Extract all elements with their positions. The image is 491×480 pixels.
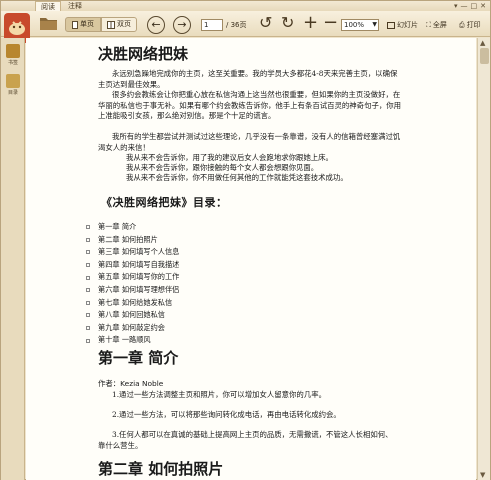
tab-strip: 阅读 注释 ▾ — □ ✕: [1, 1, 490, 11]
arrow-left-icon: ←: [151, 18, 161, 31]
scroll-down-icon[interactable]: ▼: [480, 471, 485, 479]
slideshow-button[interactable]: 幻灯片: [387, 20, 418, 30]
double-page-label: 双页: [117, 20, 131, 28]
toolbar: 单页 双页 ← → 1 / 36页 ↺ ↻ + − 100% ▼ 幻灯片 ⛶ 全…: [1, 11, 490, 43]
toc-item[interactable]: 第三章 如何填写个人信息: [86, 246, 179, 259]
toc-item-label: 第二章 如何拍照片: [98, 234, 158, 244]
rotate-left-icon[interactable]: ↺: [259, 15, 272, 31]
toc-item[interactable]: 第十章 一路顺风: [86, 334, 179, 347]
slideshow-label: 幻灯片: [397, 21, 418, 29]
never-line-3: 我从来不会告诉你，你不用做任何其他的工作就能凭这套技术成功。: [126, 173, 348, 182]
sidebar-item-label: 目录: [7, 90, 18, 96]
toc-item-label: 第六章 如何填写理想伴侣: [98, 284, 180, 294]
reader-window: 阅读 注释 ▾ — □ ✕ 单页 双页 ← → 1 / 36页 ↺ ↻ + −: [0, 0, 491, 480]
chapter-1-item-3: 3.任何人都可以在真诚的基础上提高网上主页的品质，无需撒谎，不管这人长相如何、靠…: [98, 430, 393, 450]
printer-icon: ⎙: [459, 21, 465, 29]
close-icon[interactable]: ✕: [480, 1, 486, 11]
double-page-icon: [107, 20, 115, 29]
toc-heading: 《决胜网络把妹》目录：: [101, 196, 228, 209]
scroll-up-icon[interactable]: ▲: [480, 39, 485, 47]
toc-item[interactable]: 第二章 如何拍照片: [86, 234, 179, 247]
zoom-select[interactable]: 100% ▼: [341, 19, 379, 31]
window-controls: ▾ — □ ✕: [454, 1, 486, 11]
never-line-1: 我从来不会告诉你，用了我的建议后女人会跑地求你跟她上床。: [126, 153, 333, 162]
tab-read[interactable]: 阅读: [35, 1, 61, 11]
page-total: / 36页: [226, 21, 247, 29]
sidebar-item-bookmarks[interactable]: 书签: [3, 44, 23, 66]
zoom-out-icon[interactable]: −: [323, 14, 338, 32]
zoom-in-icon[interactable]: +: [303, 14, 318, 32]
never-line-2: 我从来不会告诉你，跟你接触的每个女人都会想跟你见面。: [126, 163, 319, 172]
print-label: 打印: [466, 21, 481, 29]
toc-item-label: 第八章 如何回她私信: [98, 310, 165, 320]
chapter-1-item-1: 1.通过一些方法调整主页和照片，你可以增加女人留意你的几率。: [112, 390, 326, 399]
author-line: 作者：Kezia Noble: [98, 379, 164, 388]
toc-item[interactable]: 第五章 如何填写你的工作: [86, 271, 179, 284]
zoom-value: 100%: [344, 21, 365, 29]
single-page-button[interactable]: 单页: [65, 17, 101, 32]
arrow-right-icon: →: [177, 18, 187, 31]
bullet-icon: [86, 237, 90, 242]
bullet-icon: [86, 275, 90, 280]
toc-item-label: 第三章 如何填写个人信息: [98, 247, 180, 257]
sidebar: 书签 目录: [1, 38, 25, 480]
toc-item[interactable]: 第六章 如何填写理想伴侣: [86, 284, 179, 297]
minimize-icon[interactable]: —: [461, 1, 468, 11]
bullet-icon: [86, 338, 90, 343]
toc-item-label: 第一章 简介: [98, 222, 137, 231]
fullscreen-icon: ⛶: [426, 21, 431, 29]
toc-item[interactable]: 第八章 如何回她私信: [86, 309, 179, 322]
toc-item[interactable]: 第七章 如何给她发私信: [86, 297, 179, 310]
maximize-icon[interactable]: □: [471, 1, 478, 11]
toc-item-label: 第七章 如何给她发私信: [98, 297, 173, 307]
toc-item-label: 第五章 如何填写你的工作: [98, 272, 180, 282]
bullet-icon: [86, 326, 90, 331]
fullscreen-label: 全屏: [432, 21, 447, 29]
toc-item-label: 第九章 如何敲定约会: [98, 322, 165, 332]
print-button[interactable]: ⎙ 打印: [459, 20, 481, 30]
toc-list: 第一章 简介 第二章 如何拍照片 第三章 如何填写个人信息 第四章 如何填写自我…: [86, 221, 179, 347]
open-folder-icon[interactable]: [39, 15, 59, 31]
chapter-1-item-2: 2.通过一些方法，可以将那些询问转化成电话，再由电话转化成约会。: [112, 410, 341, 419]
fullscreen-button[interactable]: ⛶ 全屏: [426, 20, 447, 30]
bullet-icon: [86, 225, 90, 230]
doc-title: 决胜网络把妹: [98, 45, 189, 63]
next-page-button[interactable]: →: [173, 16, 191, 34]
double-page-button[interactable]: 双页: [101, 17, 137, 32]
chevron-down-icon: ▼: [372, 21, 377, 28]
bullet-icon: [86, 313, 90, 318]
intro-paragraph-2: 很多约会教练会让你把重心放在私信沟通上这当然也很重要，但如果你的主页没做好，在华…: [98, 90, 402, 121]
bullet-icon: [86, 250, 90, 255]
tab-annotate[interactable]: 注释: [63, 1, 87, 11]
intro-paragraph-1: 永远别急躁地完成你的主页，这至关重要。我的学员大多都花4-8天来完善主页，以确保…: [98, 69, 398, 89]
menu-icon[interactable]: ▾: [454, 1, 458, 11]
sidebar-item-toc[interactable]: 目录: [3, 74, 23, 96]
page-number-input[interactable]: 1: [201, 19, 223, 31]
vertical-scrollbar[interactable]: ▲ ▼: [477, 38, 490, 480]
slideshow-icon: [387, 21, 395, 29]
toc-item[interactable]: 第九章 如何敲定约会: [86, 322, 179, 335]
bullet-icon: [86, 300, 90, 305]
bullet-icon: [86, 263, 90, 268]
toc-item[interactable]: 第一章 简介: [86, 221, 179, 234]
scrollbar-thumb[interactable]: [480, 48, 489, 64]
document-page: 决胜网络把妹 永远别急躁地完成你的主页，这至关重要。我的学员大多都花4-8天来完…: [26, 38, 476, 480]
chapter-1-title: 第一章 简介: [98, 349, 179, 367]
chapter-2-title: 第二章 如何拍照片: [98, 460, 224, 478]
bookmark-icon: [6, 44, 20, 58]
single-page-icon: [72, 20, 78, 29]
single-page-label: 单页: [80, 20, 94, 28]
toc-item-label: 第十章 一路顺风: [98, 335, 151, 345]
toc-item[interactable]: 第四章 如何填写自我描述: [86, 259, 179, 272]
prev-page-button[interactable]: ←: [147, 16, 165, 34]
intro-paragraph-3: 我所有的学生都尝试并测试过这些理论，几乎没有一条靠谱，没有人的信箱曾经塞满过饥渴…: [98, 132, 401, 152]
sidebar-item-label: 书签: [7, 60, 18, 66]
list-icon: [6, 74, 20, 88]
rotate-right-icon[interactable]: ↻: [281, 15, 294, 31]
toc-item-label: 第四章 如何填写自我描述: [98, 259, 180, 269]
bullet-icon: [86, 288, 90, 293]
